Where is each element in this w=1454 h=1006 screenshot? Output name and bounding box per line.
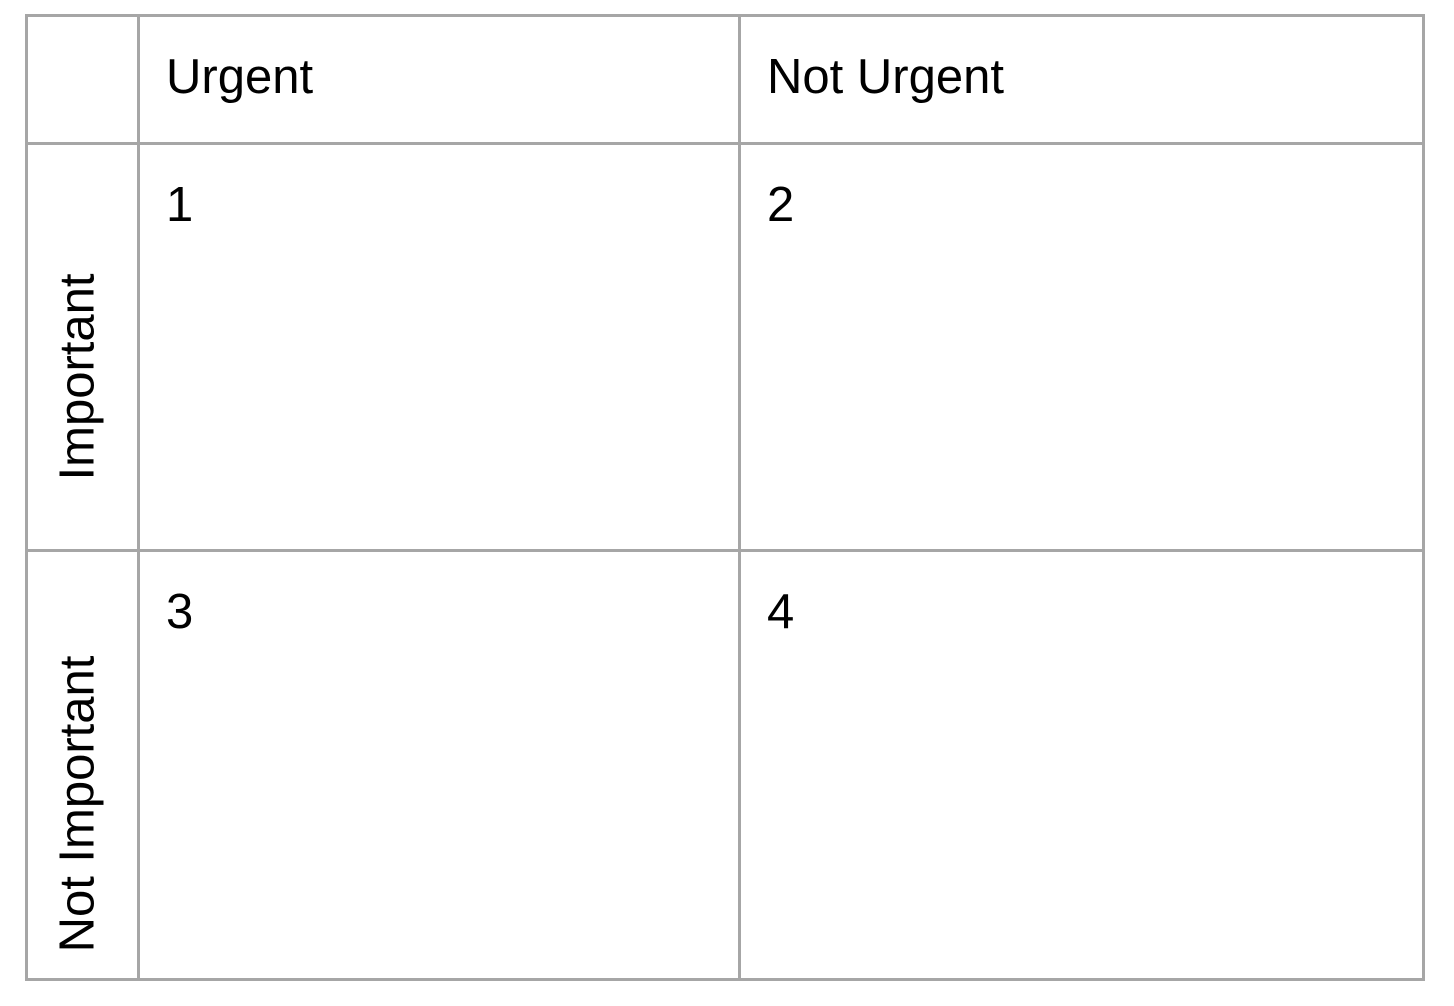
quadrant-4-label: 4 — [767, 585, 795, 639]
priority-matrix: Urgent Not Urgent Important Not Importan… — [25, 14, 1425, 981]
column-header-urgent: Urgent — [166, 50, 314, 104]
row-header-not-important: Not Important — [50, 655, 105, 953]
row-header-important: Important — [50, 273, 105, 481]
quadrant-1-label: 1 — [166, 178, 194, 232]
quadrant-3-label: 3 — [166, 585, 194, 639]
grid-line-horizontal — [28, 142, 1422, 145]
grid-line-vertical — [137, 17, 140, 978]
grid-line-vertical — [738, 17, 741, 978]
column-header-not-urgent: Not Urgent — [767, 50, 1004, 104]
quadrant-2-label: 2 — [767, 178, 795, 232]
grid-line-horizontal — [28, 549, 1422, 552]
